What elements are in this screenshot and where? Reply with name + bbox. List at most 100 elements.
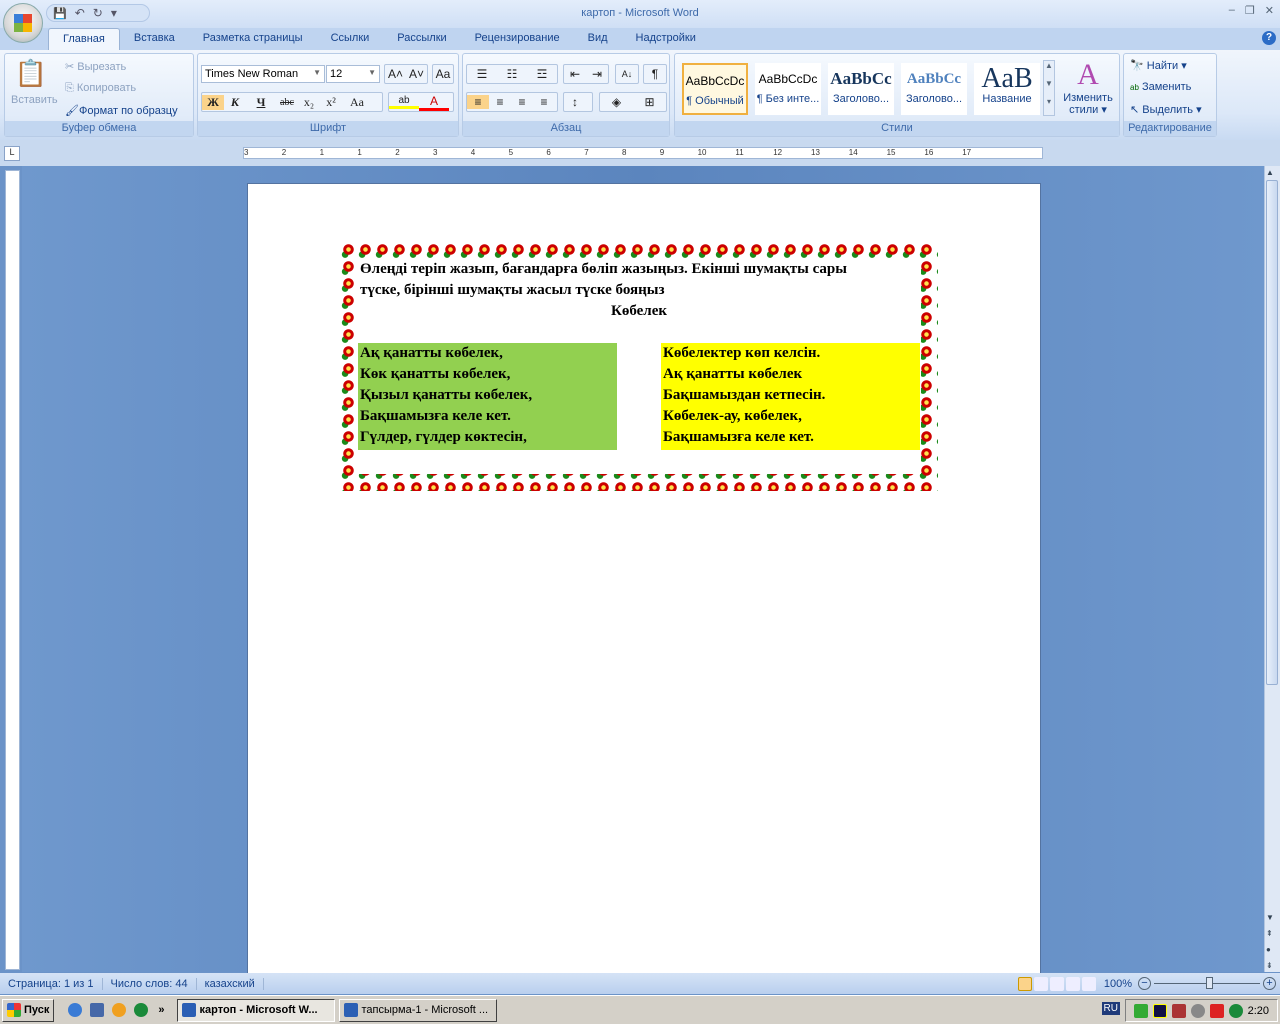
wireless-icon[interactable] bbox=[1152, 1003, 1167, 1018]
scrollbar-thumb[interactable] bbox=[1266, 180, 1278, 685]
styles-scroll[interactable]: ▲ ▼ ▾ bbox=[1043, 60, 1055, 116]
office-button[interactable] bbox=[3, 3, 43, 43]
scroll-up-icon[interactable]: ▲ bbox=[1266, 168, 1274, 177]
poem-line: Көбелектер көп келсін. bbox=[663, 345, 821, 361]
cut-button[interactable]: ✂ Вырезать bbox=[65, 60, 126, 73]
sort-button[interactable]: А↓ bbox=[616, 69, 638, 79]
replace-button[interactable]: ab Заменить bbox=[1130, 81, 1191, 93]
bullets-button[interactable]: ☰ bbox=[467, 67, 497, 81]
network-icon[interactable] bbox=[1133, 1003, 1148, 1018]
tab-insert[interactable]: Вставка bbox=[120, 28, 189, 50]
stanza-2-yellow[interactable]: Көбелектер көп келсін. Ақ қанатты көбелек… bbox=[661, 343, 920, 450]
clock[interactable]: 2:20 bbox=[1248, 1005, 1269, 1017]
find-button[interactable]: 🔭 Найти ▾ bbox=[1130, 59, 1187, 72]
highlight-button[interactable]: ab bbox=[389, 95, 419, 109]
tab-review[interactable]: Рецензирование bbox=[461, 28, 574, 50]
instruction-text[interactable]: Өлеңді теріп жазып, бағандарға бөліп жаз… bbox=[360, 259, 847, 301]
help-icon[interactable]: ? bbox=[1262, 31, 1276, 45]
bold-button[interactable]: Ж bbox=[202, 94, 224, 110]
font-group-label: Шрифт bbox=[198, 121, 458, 136]
show-marks-button[interactable]: ¶ bbox=[644, 67, 666, 81]
change-styles-button[interactable]: A Изменить стили ▾ bbox=[1061, 58, 1115, 116]
tab-home[interactable]: Главная bbox=[48, 28, 120, 50]
ruler-tick-label: 2 bbox=[281, 148, 287, 157]
paste-icon[interactable]: 📋 bbox=[11, 58, 51, 98]
full-screen-icon[interactable] bbox=[1033, 976, 1048, 991]
tab-selector[interactable]: L bbox=[4, 146, 20, 161]
minimize-button[interactable]: – bbox=[1229, 4, 1235, 17]
stanza-1-green[interactable]: Ақ қанатты көбелек, Көк қанатты көбелек, Қ… bbox=[358, 343, 617, 450]
underline-button[interactable]: Ч bbox=[246, 95, 276, 110]
line-spacing-button[interactable]: ↕ bbox=[564, 95, 586, 109]
draft-icon[interactable] bbox=[1081, 976, 1096, 991]
font-size-select[interactable]: 12 ▼ bbox=[326, 65, 380, 83]
maximize-button[interactable]: ❐ bbox=[1245, 4, 1255, 17]
shading-button[interactable]: ◈ bbox=[600, 95, 633, 109]
align-right-button[interactable]: ≡ bbox=[511, 95, 533, 109]
tab-mailings[interactable]: Рассылки bbox=[383, 28, 460, 50]
app-icon[interactable] bbox=[112, 1003, 127, 1017]
task-kartop-word[interactable]: картоп - Microsoft W... bbox=[176, 998, 335, 1022]
tab-page-layout[interactable]: Разметка страницы bbox=[189, 28, 317, 50]
font-name-select[interactable]: Times New Roman ▼ bbox=[201, 65, 325, 83]
style-heading-1[interactable]: AaBbCc Заголово... bbox=[828, 63, 894, 115]
increase-indent-button[interactable]: ⇥ bbox=[586, 67, 608, 81]
tab-references[interactable]: Ссылки bbox=[317, 28, 384, 50]
torrent-tray-icon[interactable] bbox=[1228, 1003, 1243, 1018]
style-normal[interactable]: AaBbCcDc ¶ Обычный bbox=[682, 63, 748, 115]
more-icon[interactable]: » bbox=[158, 1004, 164, 1016]
shrink-font-button[interactable]: A˅ bbox=[406, 67, 427, 81]
zoom-out-icon[interactable]: − bbox=[1138, 977, 1151, 990]
poem-title[interactable]: Көбелек bbox=[357, 301, 921, 322]
justify-button[interactable]: ≡ bbox=[533, 95, 555, 109]
clear-format-button[interactable]: Aa bbox=[433, 67, 453, 81]
style-no-spacing[interactable]: AaBbCcDc ¶ Без инте... bbox=[755, 63, 821, 115]
zoom-slider[interactable] bbox=[1154, 977, 1260, 989]
scroll-nav-icons[interactable]: ▼ ⇞ ● ⇟ bbox=[1266, 910, 1274, 974]
print-layout-icon[interactable] bbox=[1017, 976, 1032, 991]
strikethrough-button[interactable]: abc bbox=[276, 97, 298, 108]
zoom-in-icon[interactable]: + bbox=[1263, 977, 1276, 990]
style-heading-2[interactable]: AaBbCc Заголово... bbox=[901, 63, 967, 115]
language[interactable]: казахский bbox=[197, 977, 264, 990]
ie-icon[interactable] bbox=[68, 1003, 83, 1017]
subscript-button[interactable]: x₂ bbox=[298, 95, 320, 110]
outline-icon[interactable] bbox=[1065, 976, 1080, 991]
italic-button[interactable]: К bbox=[224, 95, 246, 110]
decrease-indent-button[interactable]: ⇤ bbox=[564, 67, 586, 81]
grow-font-button[interactable]: A˄ bbox=[385, 67, 406, 81]
format-painter-button[interactable]: 🖌Формат по образцу bbox=[65, 104, 178, 117]
zoom-level[interactable]: 100% bbox=[1104, 978, 1132, 990]
volume-muted-icon[interactable] bbox=[1171, 1003, 1186, 1018]
superscript-button[interactable]: x² bbox=[320, 95, 342, 110]
borders-button[interactable]: ⊞ bbox=[633, 95, 666, 109]
tab-view[interactable]: Вид bbox=[574, 28, 622, 50]
tab-addins[interactable]: Надстройки bbox=[622, 28, 710, 50]
settings-icon[interactable] bbox=[1190, 1003, 1205, 1018]
start-button[interactable]: Пуск bbox=[2, 998, 55, 1022]
task-tapsyrma-word[interactable]: тапсырма-1 - Microsoft ... bbox=[338, 998, 497, 1022]
paste-button[interactable]: Вставить bbox=[11, 94, 58, 106]
zoom-slider-thumb[interactable] bbox=[1206, 977, 1213, 989]
language-indicator[interactable]: RU bbox=[1101, 1002, 1120, 1015]
style-title[interactable]: AaB Название bbox=[974, 63, 1040, 115]
close-button[interactable]: ✕ bbox=[1265, 4, 1274, 17]
select-button[interactable]: ↖ Выделить ▾ bbox=[1130, 103, 1202, 116]
ruler-tick-label: 12 bbox=[773, 148, 783, 157]
web-layout-icon[interactable] bbox=[1049, 976, 1064, 991]
desktop-icon[interactable] bbox=[90, 1003, 105, 1017]
align-center-button[interactable]: ≡ bbox=[489, 95, 511, 109]
vertical-ruler[interactable] bbox=[5, 170, 20, 970]
change-case-button[interactable]: Aa bbox=[342, 95, 372, 110]
numbering-button[interactable]: ☷ bbox=[497, 67, 527, 81]
word-count[interactable]: Число слов: 44 bbox=[103, 977, 197, 990]
antivirus-icon[interactable] bbox=[1209, 1003, 1224, 1018]
page-count[interactable]: Страница: 1 из 1 bbox=[0, 977, 103, 990]
horizontal-ruler[interactable]: 3 2 1 1 2 3 4 5 6 7 8 9 10 11 12 13 14 15 16 17 bbox=[243, 147, 1043, 159]
multilevel-list-button[interactable]: ☲ bbox=[527, 67, 557, 81]
copy-button[interactable]: ⎘ Копировать bbox=[65, 82, 136, 95]
font-color-button[interactable]: A bbox=[419, 94, 449, 111]
align-left-button[interactable]: ≡ bbox=[467, 95, 489, 109]
torrent-icon[interactable] bbox=[134, 1003, 149, 1017]
window-title: картоп - Microsoft Word bbox=[581, 7, 699, 19]
